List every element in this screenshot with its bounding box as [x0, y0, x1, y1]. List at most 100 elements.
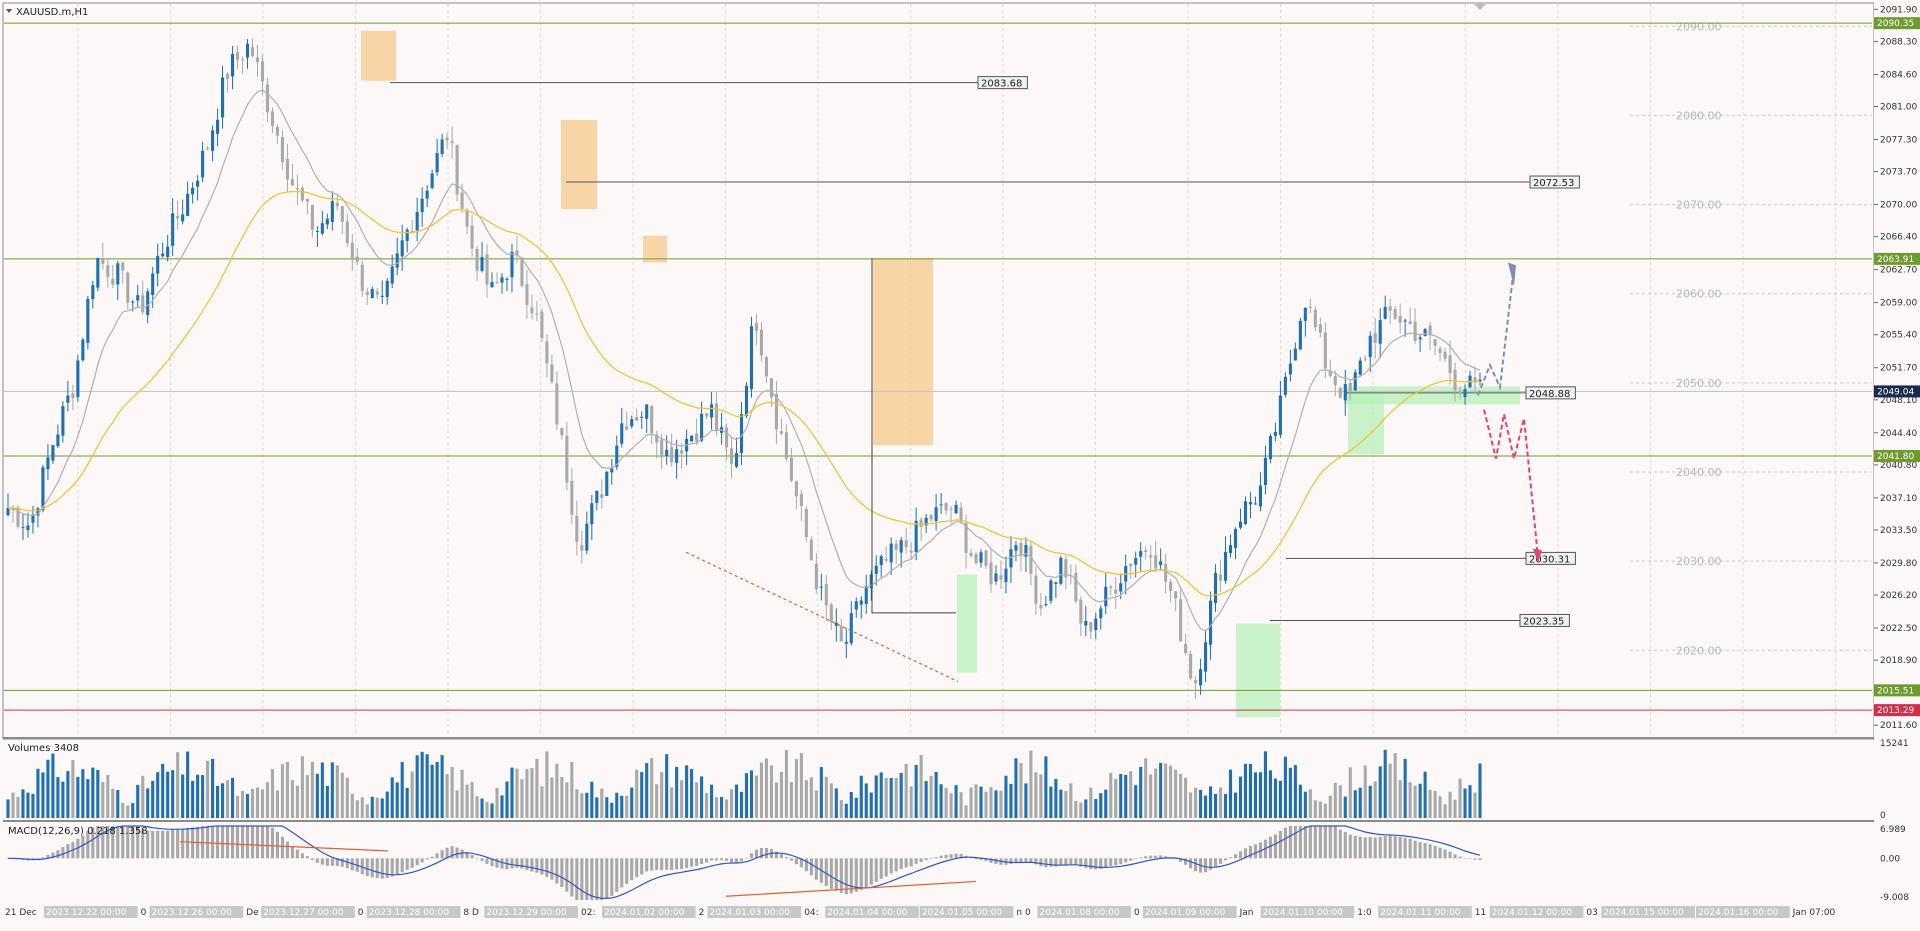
volume-bar	[435, 761, 439, 818]
candle-body	[91, 285, 95, 300]
candle-body	[260, 61, 265, 82]
macd-histogram-bar	[475, 858, 479, 859]
price-tag-label: 2090.35	[1877, 19, 1914, 29]
macd-histogram-bar	[226, 826, 230, 859]
candle-body	[201, 150, 205, 178]
volume-bar	[749, 770, 754, 818]
macd-panel	[6, 825, 1482, 900]
volume-bar	[126, 805, 130, 818]
round-level-label: 2030.00	[1676, 555, 1722, 568]
volume-bar	[979, 786, 983, 818]
volume-bar	[91, 767, 95, 818]
candle-body	[605, 471, 609, 496]
candle-body	[1029, 545, 1033, 574]
volume-bar	[1393, 753, 1397, 818]
candle-body	[1343, 383, 1347, 401]
macd-histogram-bar	[1398, 836, 1402, 859]
candle-body	[705, 413, 709, 417]
volume-bar	[1338, 785, 1342, 818]
volume-bar	[864, 783, 868, 818]
volume-bar	[330, 762, 334, 818]
macd-histogram-bar	[455, 847, 459, 859]
candle-body	[350, 242, 354, 260]
volume-bar	[809, 777, 813, 818]
volume-bar	[1029, 750, 1033, 818]
macd-histogram-bar	[1368, 837, 1372, 859]
volume-bar	[759, 762, 764, 818]
volume-bar	[844, 803, 848, 818]
volume-bar	[580, 793, 584, 818]
macd-histogram-bar	[1463, 858, 1467, 859]
volume-bar	[834, 788, 838, 818]
candle-body	[156, 255, 160, 274]
volume-bar	[156, 772, 160, 818]
macd-histogram-bar	[206, 826, 210, 859]
volume-bar	[1268, 770, 1272, 818]
candle-body	[829, 604, 833, 623]
candle-body	[809, 539, 813, 561]
volume-bar	[590, 781, 594, 818]
price-tick-label: 2022.50	[1880, 624, 1917, 634]
trading-chart[interactable]: 2090.00 2080.00 2070.00 2060.00 2050.00 2040.…	[0, 0, 1920, 927]
volume-bar	[151, 780, 155, 818]
volume-bar	[510, 767, 514, 818]
volume-bar	[1039, 774, 1043, 818]
volume-bar	[1253, 772, 1258, 818]
candle-body	[1194, 680, 1198, 684]
candle-body	[899, 540, 903, 553]
volume-bar	[76, 776, 80, 818]
candle-body	[1293, 348, 1297, 361]
candle-body	[295, 187, 299, 190]
macd-histogram-bar	[700, 858, 704, 864]
volume-bar	[1154, 768, 1158, 818]
macd-histogram-bar	[660, 858, 664, 871]
volume-bar	[290, 780, 294, 818]
volume-bar	[340, 772, 344, 818]
candle-body	[854, 601, 858, 610]
candle-body	[1109, 586, 1113, 588]
volume-bar	[670, 787, 674, 818]
volume-bar	[799, 753, 803, 818]
candle-body	[6, 507, 10, 516]
price-tick-label: 2029.80	[1880, 559, 1917, 569]
macd-label: MACD(12,26,9) 0.218 1.358	[8, 826, 148, 837]
volume-bar	[161, 764, 165, 818]
candle-body	[565, 435, 569, 483]
candle-body	[1438, 348, 1442, 353]
candle-body	[1084, 621, 1088, 626]
volume-bar	[325, 785, 329, 818]
volume-bar	[71, 760, 75, 818]
candle-body	[41, 467, 45, 511]
candle-body	[1079, 599, 1083, 624]
candle-body	[166, 246, 170, 258]
volume-bar	[640, 772, 644, 818]
macd-histogram-bar	[1069, 858, 1073, 865]
volume-bar	[734, 784, 739, 818]
time-axis-label: 2024.01.09 00:00	[1145, 908, 1226, 918]
volume-bar	[1228, 769, 1233, 818]
macd-histogram-bar	[285, 841, 289, 859]
time-axis-label: 2024.01.08 00:00	[1039, 908, 1120, 918]
volume-bar	[575, 789, 579, 818]
volume-bar	[769, 765, 773, 818]
candle-body	[1323, 332, 1327, 369]
price-tick-label: 2088.30	[1880, 37, 1917, 47]
macd-histogram-bar	[41, 857, 45, 859]
macd-histogram-bar	[695, 858, 699, 866]
macd-histogram-bar	[909, 858, 913, 867]
volume-bar	[635, 769, 639, 818]
candle-body	[625, 426, 629, 430]
volume-bar	[744, 773, 749, 818]
candle-body	[620, 423, 624, 444]
volume-bar	[1223, 794, 1228, 818]
candle-body	[126, 272, 130, 303]
volume-bar	[310, 761, 314, 818]
volume-bar	[495, 787, 499, 818]
macd-histogram-bar	[1408, 838, 1412, 859]
candle-body	[1253, 503, 1258, 505]
volume-bar	[1373, 781, 1377, 818]
candle-body	[1403, 320, 1407, 322]
candle-body	[1209, 600, 1213, 645]
macd-histogram-bar	[1323, 826, 1327, 859]
candle-body	[290, 178, 294, 186]
